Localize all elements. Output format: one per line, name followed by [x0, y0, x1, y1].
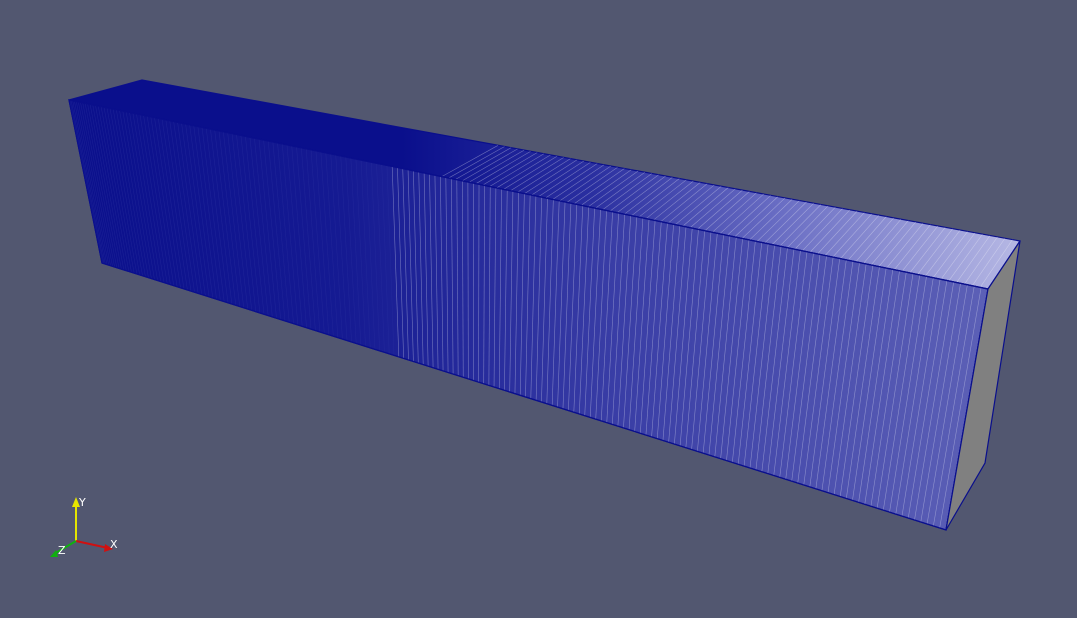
render-view[interactable]: Y X Z	[0, 0, 1077, 618]
z-axis-label: Z	[58, 544, 66, 557]
orientation-axes: Y X Z	[50, 496, 118, 557]
x-axis-label: X	[110, 538, 118, 551]
x-axis-line	[75, 540, 109, 549]
y-axis-label: Y	[78, 496, 86, 509]
z-axis-arrow-icon	[50, 550, 58, 557]
3d-scene[interactable]: Y X Z	[0, 0, 1077, 618]
